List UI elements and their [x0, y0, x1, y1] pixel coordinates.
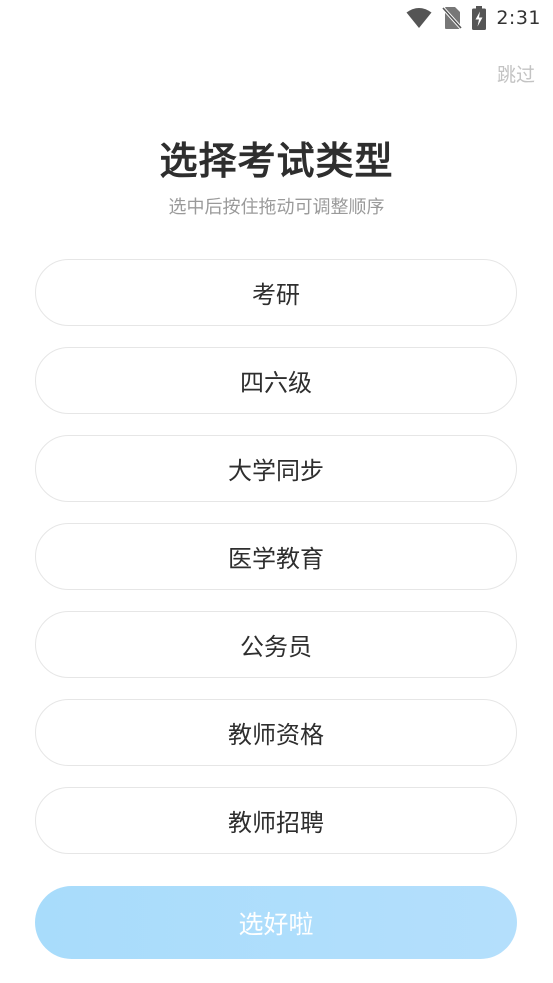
exam-option-teacher-qualification[interactable]: 教师资格 [35, 699, 517, 766]
exam-type-list: 考研 四六级 大学同步 医学教育 公务员 教师资格 教师招聘 [35, 259, 517, 875]
skip-button[interactable]: 跳过 [497, 60, 535, 87]
wifi-icon [406, 7, 432, 29]
battery-charging-icon [472, 6, 487, 30]
status-bar: 2:31 [0, 0, 553, 36]
exam-option-teacher-recruitment[interactable]: 教师招聘 [35, 787, 517, 854]
confirm-button[interactable]: 选好啦 [35, 886, 517, 959]
exam-option-medical-education[interactable]: 医学教育 [35, 523, 517, 590]
status-icons: 2:31 [406, 4, 541, 32]
exam-option-cet[interactable]: 四六级 [35, 347, 517, 414]
page-title: 选择考试类型 [159, 139, 394, 183]
exam-option-civil-servant[interactable]: 公务员 [35, 611, 517, 678]
page-subtitle: 选中后按住拖动可调整顺序 [168, 197, 385, 218]
exam-option-kaoyan[interactable]: 考研 [35, 259, 517, 326]
status-time: 2:31 [496, 7, 541, 29]
exam-option-university-sync[interactable]: 大学同步 [35, 435, 517, 502]
no-sim-icon [442, 6, 463, 30]
